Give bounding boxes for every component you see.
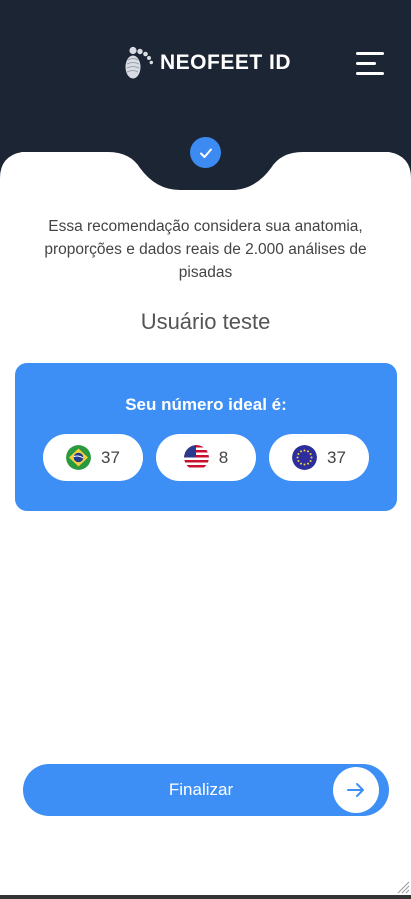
- brazil-flag-icon: [66, 445, 92, 470]
- user-name: Usuário teste: [140, 309, 271, 334]
- finish-button-label: Finalizar: [168, 780, 234, 799]
- logo-text: NEOFEET ID: [160, 51, 292, 74]
- size-value-eu: 37: [327, 447, 346, 467]
- arrow-right-icon[interactable]: [333, 767, 379, 813]
- bottom-border: [0, 895, 411, 899]
- logo: NEOFEET ID: [124, 46, 291, 80]
- card-title: Seu número ideal é:: [125, 395, 287, 414]
- size-pill-br: 37: [43, 434, 143, 481]
- size-pill-us: 8: [156, 434, 256, 481]
- size-pill-eu: 37: [269, 434, 369, 481]
- finish-button[interactable]: Finalizar: [23, 764, 389, 816]
- size-value-us: 8: [218, 447, 229, 467]
- eu-flag-icon: [292, 445, 318, 470]
- size-value-br: 37: [101, 447, 120, 467]
- intro-text: Essa recomendação considera sua anatomia…: [44, 218, 367, 281]
- hamburger-menu-icon[interactable]: [356, 51, 386, 77]
- usa-flag-icon: [183, 445, 209, 470]
- check-icon: [190, 137, 221, 168]
- ideal-size-card: Seu número ideal é: 37 8 37: [15, 363, 397, 511]
- resize-handle-icon[interactable]: [396, 880, 410, 894]
- footprint-logo-icon: [125, 46, 153, 79]
